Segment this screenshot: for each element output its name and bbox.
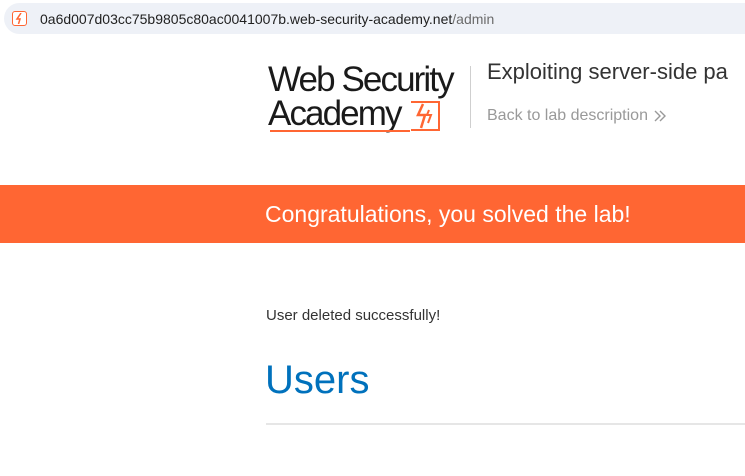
users-heading: Users [265, 358, 370, 402]
logo-underline [270, 130, 410, 132]
url-host: 0a6d007d03cc75b9805c80ac0041007b.web-sec… [40, 11, 453, 27]
logo-line-2: Academy [268, 94, 403, 133]
browser-address-bar: 0a6d007d03cc75b9805c80ac0041007b.web-sec… [0, 0, 745, 40]
lab-solved-banner: Congratulations, you solved the lab! [0, 185, 745, 243]
lightning-bolt-icon [411, 101, 440, 131]
header-divider [470, 66, 471, 128]
section-divider [266, 423, 745, 425]
portswigger-lab-icon [12, 11, 27, 26]
url-field[interactable]: 0a6d007d03cc75b9805c80ac0041007b.web-sec… [4, 3, 745, 34]
back-link-label: Back to lab description [487, 107, 648, 124]
lab-solved-message: Congratulations, you solved the lab! [265, 201, 631, 227]
logo-line-1: Web Security [268, 60, 455, 99]
url-path: /admin [452, 11, 495, 27]
url-text: 0a6d007d03cc75b9805c80ac0041007b.web-sec… [40, 11, 494, 27]
web-security-academy-logo[interactable]: Web Security Academy [268, 62, 468, 136]
lab-title: Exploiting server-side pa [487, 59, 728, 84]
back-to-lab-description-link[interactable]: Back to lab description [487, 107, 666, 125]
status-message: User deleted successfully! [266, 307, 441, 324]
double-chevron-right-icon [654, 110, 666, 122]
